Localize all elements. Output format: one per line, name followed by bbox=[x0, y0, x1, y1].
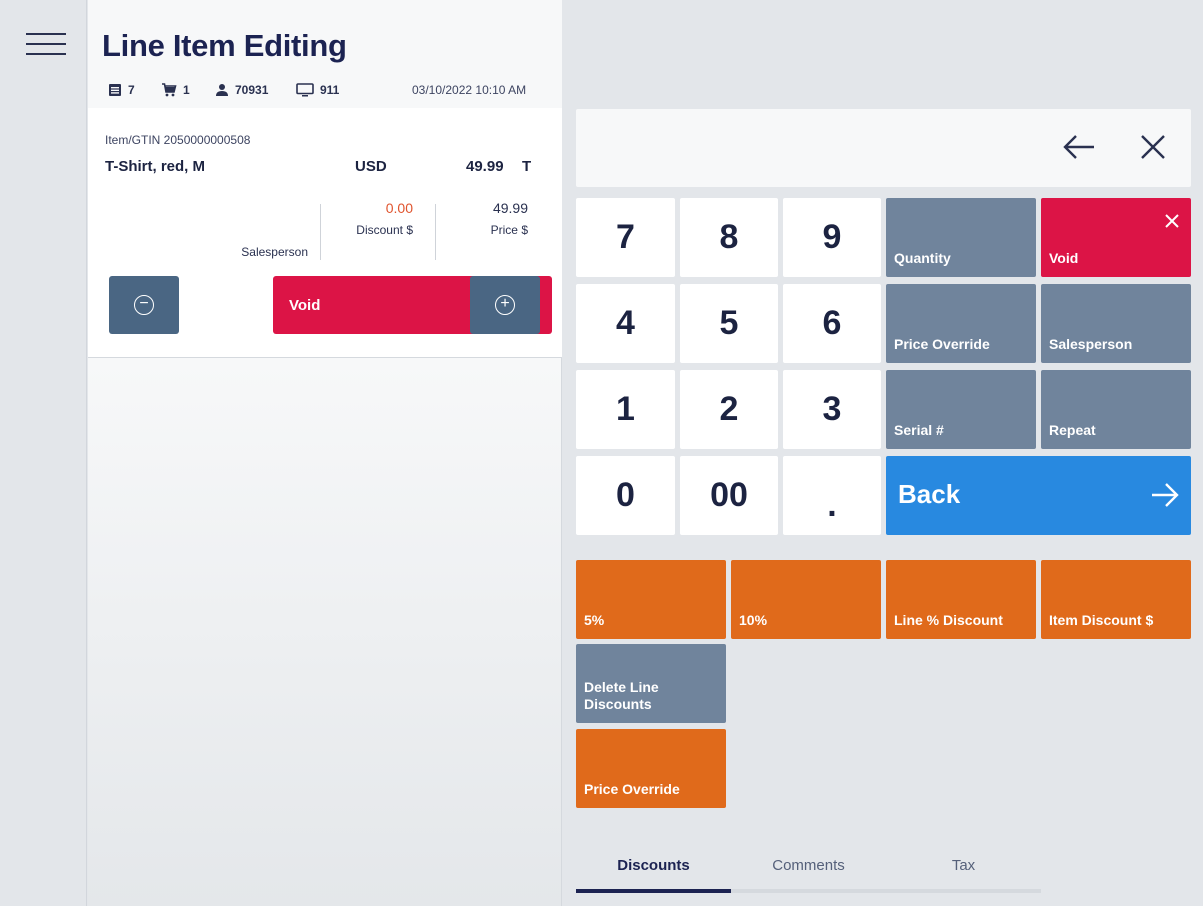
item-price: 49.99 bbox=[466, 158, 504, 175]
terminal-id: 911 bbox=[296, 83, 339, 97]
line-percent-discount-button[interactable]: Line % Discount bbox=[886, 560, 1036, 639]
tab-tax[interactable]: Tax bbox=[886, 845, 1041, 889]
field-divider bbox=[435, 204, 436, 260]
item-currency: USD bbox=[355, 158, 387, 175]
page-header: Line Item Editing 7 1 70931 911 03/10/20… bbox=[88, 0, 562, 108]
quantity-label: Quantity bbox=[894, 250, 951, 266]
salesperson-label: Salesperson bbox=[241, 245, 308, 259]
receipt-count: 7 bbox=[108, 83, 135, 97]
void-label: Void bbox=[1049, 250, 1079, 266]
key-decimal[interactable]: . bbox=[783, 456, 881, 535]
line-percent-discount-label: Line % Discount bbox=[894, 612, 1003, 628]
item-name: T-Shirt, red, M bbox=[105, 158, 206, 175]
menu-icon[interactable] bbox=[26, 33, 66, 57]
discount-5-button[interactable]: 5% bbox=[576, 560, 726, 639]
field-divider bbox=[320, 204, 321, 260]
item-tax-flag: T bbox=[522, 158, 532, 175]
delete-line-discounts-button[interactable]: Delete Line Discounts bbox=[576, 644, 726, 723]
key-5[interactable]: 5 bbox=[680, 284, 778, 363]
clear-icon[interactable] bbox=[1140, 134, 1166, 160]
discount-price-override-label: Price Override bbox=[584, 781, 680, 797]
price-override-label: Price Override bbox=[894, 336, 990, 352]
close-icon bbox=[1165, 214, 1179, 228]
discount-field[interactable]: 0.00 Discount $ bbox=[328, 200, 413, 237]
side-rail bbox=[0, 0, 87, 906]
datetime: 03/10/2022 10:10 AM bbox=[412, 83, 527, 97]
salesperson-button-label: Salesperson bbox=[1049, 336, 1133, 352]
plus-icon: + bbox=[495, 295, 515, 315]
key-9[interactable]: 9 bbox=[783, 198, 881, 277]
cart-icon bbox=[162, 83, 177, 97]
tab-discounts[interactable]: Discounts bbox=[576, 845, 731, 889]
key-8[interactable]: 8 bbox=[680, 198, 778, 277]
decrease-quantity-button[interactable]: − bbox=[109, 276, 179, 334]
price-field[interactable]: 49.99 Price $ bbox=[443, 200, 528, 237]
price-override-button[interactable]: Price Override bbox=[886, 284, 1036, 363]
tab-bar: Discounts Comments Tax bbox=[576, 845, 1041, 897]
price-value: 49.99 bbox=[492, 200, 528, 216]
backspace-icon[interactable] bbox=[1062, 133, 1096, 161]
key-1[interactable]: 1 bbox=[576, 370, 675, 449]
key-00[interactable]: 00 bbox=[680, 456, 778, 535]
salesperson-button[interactable]: Salesperson bbox=[1041, 284, 1191, 363]
void-item-label: Void bbox=[289, 297, 321, 314]
item-gtin: Item/GTIN 2050000000508 bbox=[105, 133, 251, 147]
price-label: Price $ bbox=[490, 223, 528, 237]
page-title: Line Item Editing bbox=[102, 28, 347, 63]
discount-5-label: 5% bbox=[584, 612, 605, 628]
key-6[interactable]: 6 bbox=[783, 284, 881, 363]
item-discount-amount-label: Item Discount $ bbox=[1049, 612, 1154, 628]
delete-line-discounts-label: Delete Line Discounts bbox=[584, 679, 659, 712]
minus-icon: − bbox=[134, 295, 154, 315]
item-discount-amount-button[interactable]: Item Discount $ bbox=[1041, 560, 1191, 639]
salesperson-value bbox=[213, 222, 308, 238]
discount-value: 0.00 bbox=[385, 200, 413, 216]
repeat-label: Repeat bbox=[1049, 422, 1096, 438]
key-7[interactable]: 7 bbox=[576, 198, 675, 277]
tab-indicator bbox=[576, 889, 731, 893]
key-0[interactable]: 0 bbox=[576, 456, 675, 535]
user-icon bbox=[216, 84, 228, 96]
quantity-button[interactable]: Quantity bbox=[886, 198, 1036, 277]
tab-comments[interactable]: Comments bbox=[731, 845, 886, 889]
serial-button[interactable]: Serial # bbox=[886, 370, 1036, 449]
key-2[interactable]: 2 bbox=[680, 370, 778, 449]
user-id: 70931 bbox=[215, 83, 268, 97]
cart-count: 1 bbox=[161, 83, 190, 97]
discount-label: Discount $ bbox=[356, 223, 413, 237]
back-button[interactable]: Back bbox=[886, 456, 1191, 535]
back-label: Back bbox=[898, 479, 961, 509]
monitor-icon bbox=[296, 83, 314, 97]
key-4[interactable]: 4 bbox=[576, 284, 675, 363]
void-button[interactable]: Void bbox=[1041, 198, 1191, 277]
discount-price-override-button[interactable]: Price Override bbox=[576, 729, 726, 808]
salesperson-field[interactable]: Salesperson bbox=[213, 222, 308, 259]
transaction-panel: Line Item Editing 7 1 70931 911 03/10/20… bbox=[88, 0, 562, 906]
entry-display[interactable] bbox=[576, 109, 1191, 187]
increase-quantity-button[interactable]: + bbox=[470, 276, 540, 334]
key-3[interactable]: 3 bbox=[783, 370, 881, 449]
arrow-right-icon bbox=[1152, 483, 1179, 507]
receipt-icon bbox=[109, 84, 121, 96]
repeat-button[interactable]: Repeat bbox=[1041, 370, 1191, 449]
discount-10-button[interactable]: 10% bbox=[731, 560, 881, 639]
discount-10-label: 10% bbox=[739, 612, 768, 628]
serial-label: Serial # bbox=[894, 422, 944, 438]
